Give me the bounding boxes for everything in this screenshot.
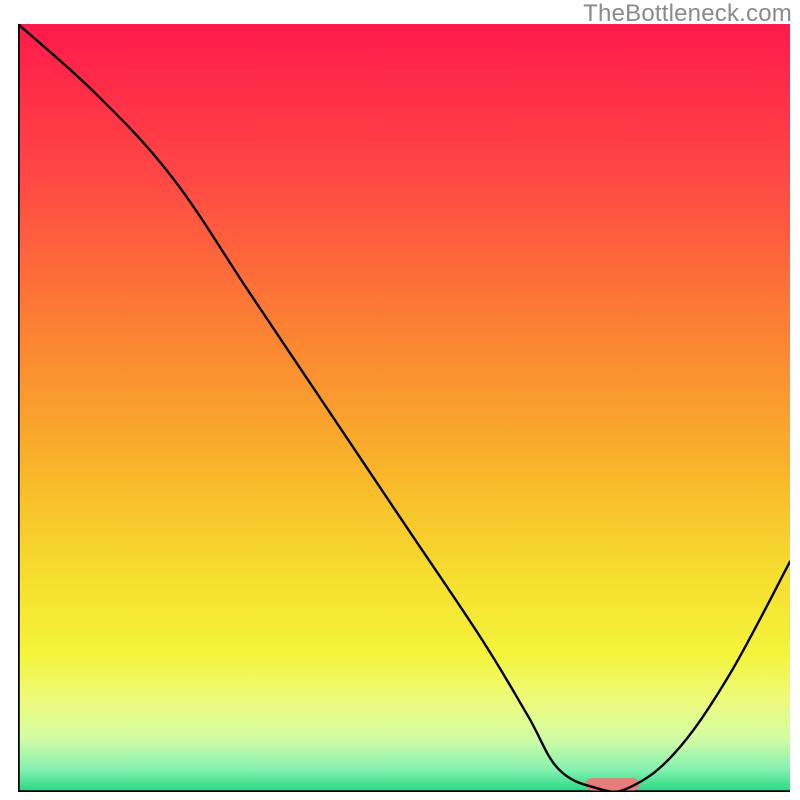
chart-plot (18, 24, 790, 792)
gradient-background (18, 24, 790, 792)
chart-container: TheBottleneck.com (0, 0, 800, 800)
chart-svg (18, 24, 790, 792)
chart-marker (585, 778, 639, 790)
